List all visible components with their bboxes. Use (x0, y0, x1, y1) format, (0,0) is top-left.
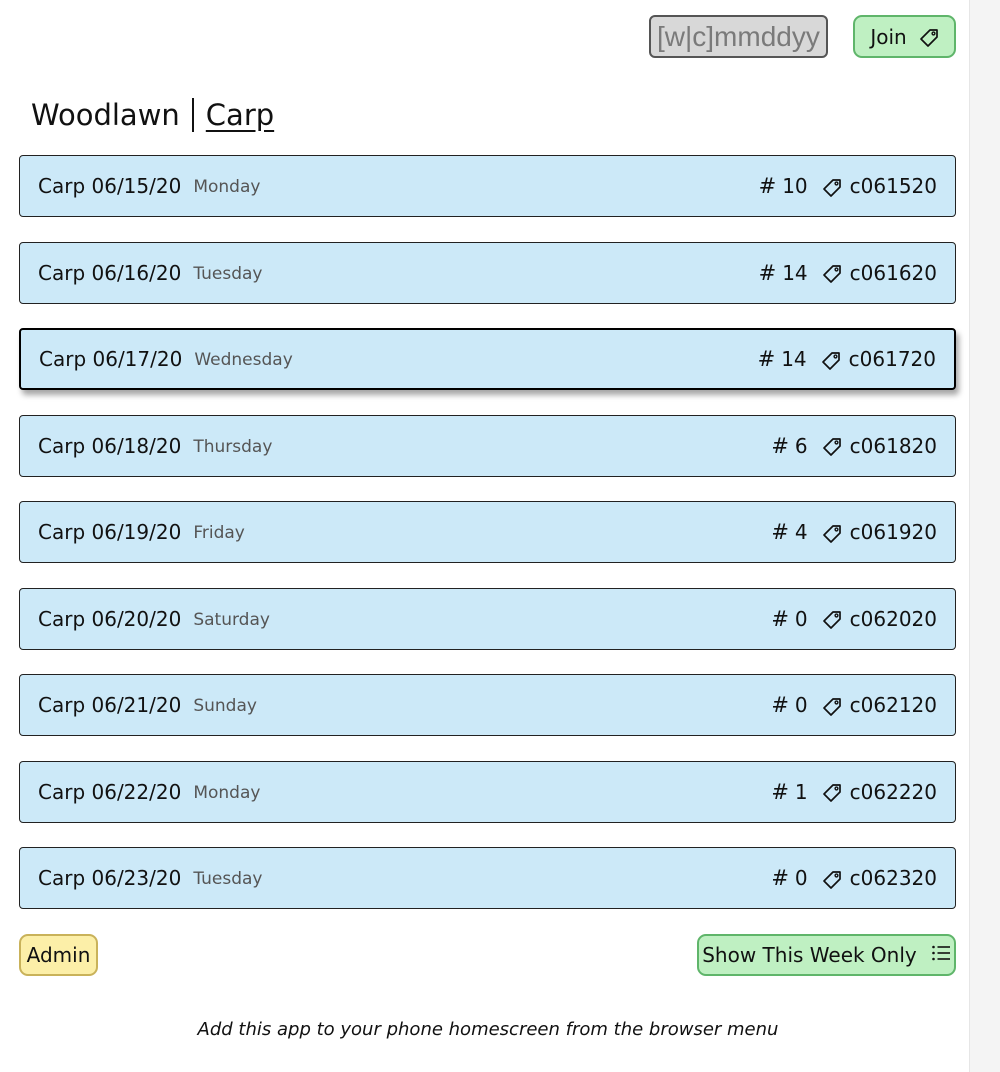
session-meta: #14 c061620 (759, 261, 937, 285)
session-row[interactable]: Carp 06/20/20 Saturday #0 c062020 (19, 587, 956, 650)
session-count: 14 (781, 347, 807, 371)
show-this-week-button[interactable]: Show This Week Only (697, 934, 956, 976)
session-meta: #0 c062120 (771, 693, 937, 717)
session-meta: #4 c061920 (771, 520, 937, 544)
session-code: c061720 (848, 347, 936, 371)
hash-icon: # (771, 779, 789, 804)
show-this-week-label: Show This Week Only (702, 943, 917, 967)
session-meta: #14 c061720 (758, 347, 936, 371)
session-title: Carp 06/19/20 (38, 520, 182, 544)
session-count: 0 (794, 606, 808, 631)
session-day: Tuesday (193, 263, 263, 284)
session-title: Carp 06/18/20 (38, 433, 182, 458)
session-title: Carp 06/20/20 (38, 606, 182, 631)
session-count: 0 (794, 866, 808, 890)
session-meta: #0 c062020 (771, 607, 937, 631)
vertical-scrollbar[interactable] (969, 0, 1000, 1072)
tag-icon (808, 520, 850, 544)
join-button[interactable]: Join (853, 15, 956, 58)
tag-icon (808, 434, 850, 458)
session-count: 6 (794, 433, 808, 458)
tag-icon (808, 693, 850, 717)
join-button-label: Join (870, 24, 907, 49)
session-row[interactable]: Carp 06/21/20 Sunday #0 c062120 (19, 674, 956, 736)
session-row[interactable]: Carp 06/18/20 Thursday #6 c061820 (19, 414, 956, 477)
session-count: 14 (782, 260, 808, 285)
session-row[interactable]: Carp 06/17/20 Wednesday #14 c061720 (19, 328, 956, 390)
hash-icon: # (771, 866, 789, 890)
session-code: c062220 (849, 779, 937, 804)
list-icon (931, 943, 951, 967)
hash-icon: # (771, 520, 789, 544)
hash-icon: # (771, 606, 789, 631)
hash-icon: # (771, 693, 789, 717)
session-title: Carp 06/16/20 (38, 260, 182, 285)
admin-button[interactable]: Admin (19, 934, 98, 976)
location-name: Woodlawn (31, 98, 180, 132)
hash-icon: # (758, 174, 777, 198)
session-count: 10 (782, 174, 808, 198)
session-day: Tuesday (193, 869, 263, 889)
hash-icon: # (757, 347, 776, 371)
session-day: Monday (193, 782, 261, 803)
session-meta: #6 c061820 (771, 434, 937, 458)
tag-icon (808, 174, 850, 198)
session-count: 1 (794, 779, 808, 804)
session-day: Saturday (193, 609, 270, 630)
tag-icon (808, 607, 850, 631)
session-day: Wednesday (194, 350, 293, 370)
session-code: c062120 (849, 693, 937, 717)
session-count: 4 (794, 520, 808, 544)
session-code: c062320 (849, 866, 937, 890)
session-row[interactable]: Carp 06/22/20 Monday #1 c062220 (19, 760, 956, 823)
page: Join Woodlawn Carp Carp 06/15/20 Monday #1… (0, 0, 1000, 1072)
session-code: c061820 (849, 433, 937, 458)
session-row[interactable]: Carp 06/15/20 Monday #10 c061520 (19, 155, 956, 217)
session-code: c062020 (849, 606, 937, 631)
session-meta: #0 c062320 (771, 866, 937, 890)
session-code-input[interactable] (649, 15, 828, 58)
tag-icon (919, 25, 939, 49)
session-row[interactable]: Carp 06/16/20 Tuesday #14 c061620 (19, 241, 956, 304)
tag-icon (808, 780, 850, 804)
session-title: Carp 06/17/20 (39, 347, 183, 371)
session-row[interactable]: Carp 06/19/20 Friday #4 c061920 (19, 501, 956, 563)
session-title: Carp 06/15/20 (38, 174, 182, 198)
hash-icon: # (758, 260, 777, 285)
tag-icon (807, 347, 849, 371)
session-row[interactable]: Carp 06/23/20 Tuesday #0 c062320 (19, 847, 956, 909)
tag-icon (808, 866, 850, 890)
session-day: Sunday (193, 696, 257, 716)
tag-icon (808, 261, 850, 285)
title-separator (191, 98, 194, 132)
hash-icon: # (771, 433, 789, 458)
session-code: c061920 (849, 520, 937, 544)
session-meta: #10 c061520 (759, 174, 937, 198)
session-day: Friday (193, 523, 245, 543)
admin-button-label: Admin (26, 943, 91, 967)
session-title: Carp 06/23/20 (38, 866, 182, 890)
session-meta: #1 c062220 (771, 780, 937, 804)
session-title: Carp 06/22/20 (38, 779, 182, 804)
session-count: 0 (794, 693, 808, 717)
session-code: c061520 (849, 174, 937, 198)
session-list: Carp 06/15/20 Monday #10 c061520 Carp 06/16/… (19, 155, 956, 934)
group-link[interactable]: Carp (206, 98, 274, 132)
session-code: c061620 (849, 260, 937, 285)
session-title: Carp 06/21/20 (38, 693, 182, 717)
session-day: Thursday (193, 436, 273, 457)
page-title: Woodlawn Carp (31, 98, 274, 132)
homescreen-hint: Add this app to your phone homescreen fr… (197, 1019, 779, 1040)
session-day: Monday (193, 177, 261, 197)
